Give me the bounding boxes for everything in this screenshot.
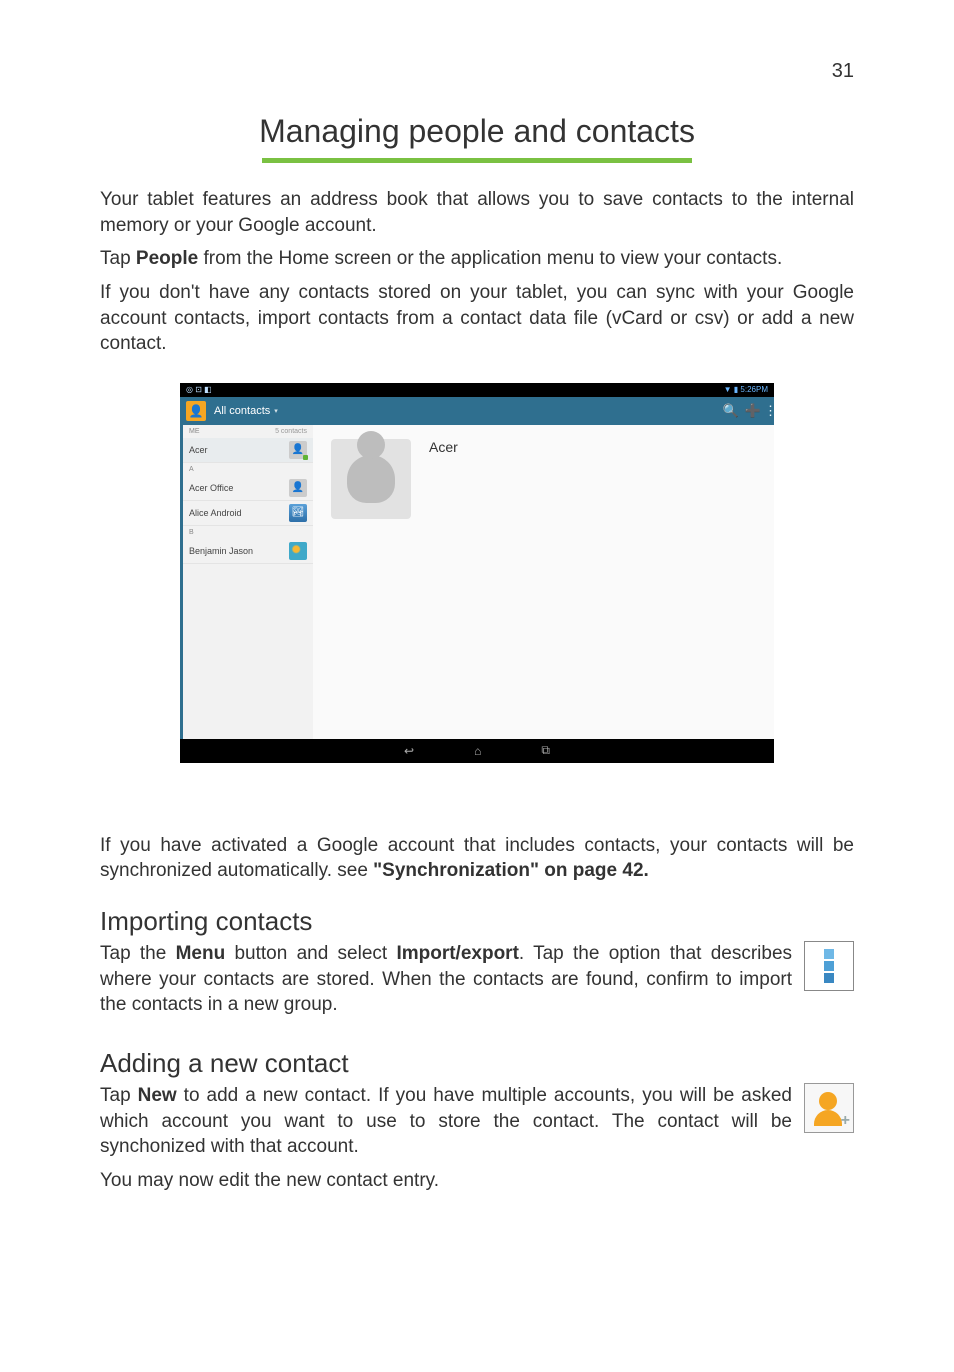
imp-a: Tap the [100,943,176,964]
b-header: B [183,526,313,539]
screenshot-container: ◎ ⊡ ◧ ▼ ▮ 5:26PM 👤 All contacts ▾ 🔍 ➕ ⋮ … [100,383,854,763]
page-number: 31 [100,60,854,83]
title-underline [262,158,692,163]
home-icon[interactable]: ⌂ [474,744,481,758]
recent-apps-icon[interactable]: ⧉ [541,743,550,758]
intro-paragraph-3: If you don't have any contacts stored on… [100,280,854,357]
contact-name-benjamin: Benjamin Jason [189,546,253,556]
a-header: A [183,463,313,476]
detail-avatar [331,439,411,519]
add-paragraph: Tap New to add a new contact. If you hav… [100,1083,792,1160]
system-navbar: ↩ ⌂ ⧉ [180,739,774,763]
contact-name-alice: Alice Android [189,508,242,518]
me-header-label: ME [189,428,200,435]
status-bar: ◎ ⊡ ◧ ▼ ▮ 5:26PM [180,383,774,397]
contact-name-acer-office: Acer Office [189,483,233,493]
detail-contact-name: Acer [429,439,458,455]
add-new: New [138,1085,177,1106]
chevron-down-icon: ▾ [274,407,278,415]
page-title: Managing people and contacts [100,113,854,150]
all-contacts-dropdown[interactable]: All contacts [214,405,270,417]
avatar-acer-office: 👤 [289,479,307,497]
section-adding: Adding a new contact [100,1048,854,1079]
imp-menu: Menu [176,943,226,964]
add-last-paragraph: You may now edit the new contact entry. [100,1168,854,1194]
list-item-benjamin[interactable]: Benjamin Jason [183,539,313,564]
people-app-icon[interactable]: 👤 [186,401,206,421]
list-item-acer[interactable]: Acer 👤 [183,438,313,463]
add-c: to add a new contact. If you have multip… [100,1085,792,1157]
overflow-menu-icon[interactable]: ⋮ [764,403,774,419]
menu-button-icon [804,941,854,991]
list-item-acer-office[interactable]: Acer Office 👤 [183,476,313,501]
back-icon[interactable]: ↩ [404,744,414,758]
people-topbar: 👤 All contacts ▾ 🔍 ➕ ⋮ [180,397,774,425]
add-contact-icon[interactable]: ➕ [742,403,764,419]
me-header: ME 5 contacts [183,425,313,438]
status-right: ▼ ▮ 5:26PM [724,385,768,394]
add-a: Tap [100,1085,138,1106]
contact-list: ME 5 contacts Acer 👤 A Acer Office 👤 Ali… [183,425,313,739]
p4-crossref: "Synchronization" on page 42. [373,860,649,881]
p2-a: Tap [100,248,136,269]
sync-paragraph: If you have activated a Google account t… [100,833,854,884]
section-importing: Importing contacts [100,906,854,937]
p2-c: from the Home screen or the application … [198,248,782,269]
status-left-icons: ◎ ⊡ ◧ [186,385,212,394]
intro-paragraph-1: Your tablet features an address book tha… [100,187,854,238]
avatar-alice: 🏞 [289,504,307,522]
contact-detail-pane: Acer [313,425,774,739]
imp-ie: Import/export [396,943,518,964]
search-icon[interactable]: 🔍 [720,403,742,419]
new-contact-icon: + [804,1083,854,1133]
contact-name-acer: Acer [189,445,208,455]
intro-paragraph-2: Tap People from the Home screen or the a… [100,246,854,272]
tablet-screenshot: ◎ ⊡ ◧ ▼ ▮ 5:26PM 👤 All contacts ▾ 🔍 ➕ ⋮ … [180,383,774,763]
list-item-alice[interactable]: Alice Android 🏞 [183,501,313,526]
p2-people: People [136,248,198,269]
avatar-acer: 👤 [289,441,307,459]
import-paragraph: Tap the Menu button and select Import/ex… [100,941,792,1018]
contact-count: 5 contacts [275,428,307,435]
avatar-benjamin [289,542,307,560]
imp-c: button and select [225,943,396,964]
